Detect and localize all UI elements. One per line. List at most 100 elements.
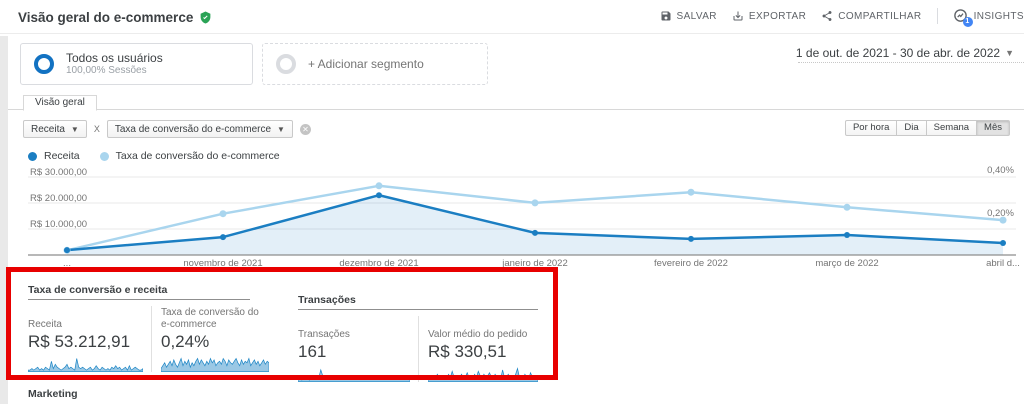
chart-legend: Receita Taxa de conversão do e-commerce — [28, 150, 280, 162]
chevron-down-icon: ▼ — [1005, 48, 1014, 58]
remove-metric-icon[interactable]: ✕ — [300, 124, 311, 135]
insights-button[interactable]: 1 INSIGHTS — [953, 8, 1024, 24]
x-axis-label: abril d... — [986, 258, 1020, 269]
y-axis-label-right: 0,40% — [987, 165, 1014, 176]
granularity-group: Por hora Dia Semana Mês — [845, 120, 1010, 136]
sparkline — [298, 366, 410, 382]
scorecard-label: Valor médio do pedido — [428, 316, 538, 341]
scorecard-value: R$ 330,51 — [428, 342, 538, 362]
date-range-text: 1 de out. de 2021 - 30 de abr. de 2022 — [796, 46, 1000, 60]
segment-donut-gray-icon — [275, 53, 297, 75]
x-axis-label: março de 2022 — [815, 258, 878, 269]
data-point[interactable] — [64, 247, 70, 253]
data-point[interactable] — [532, 230, 538, 236]
legend-dot-taxa — [100, 152, 109, 161]
export-button[interactable]: EXPORTAR — [732, 10, 806, 22]
date-range-underline — [798, 62, 1024, 63]
y-axis-label-left: R$ 20.000,00 — [30, 193, 87, 204]
data-point[interactable] — [220, 210, 227, 217]
toolbar-separator — [937, 8, 938, 24]
section-title: Taxa de conversão e receita — [28, 284, 250, 300]
granularity-semana[interactable]: Semana — [926, 120, 977, 136]
timeseries-chart[interactable]: R$ 10.000,00R$ 20.000,00R$ 30.000,000,20… — [28, 168, 1016, 268]
scorecard-value: 161 — [298, 342, 410, 362]
granularity-dia[interactable]: Dia — [896, 120, 926, 136]
data-point[interactable] — [376, 182, 383, 189]
primary-metric-label: Receita — [31, 124, 65, 135]
segment-donut-icon — [33, 53, 55, 75]
granularity-mes[interactable]: Mês — [976, 120, 1010, 136]
chevron-down-icon: ▼ — [71, 125, 79, 134]
insights-label: INSIGHTS — [974, 11, 1024, 22]
data-point[interactable] — [688, 236, 694, 242]
section-transactions: Transações Transações 161 Valor médio do… — [298, 294, 538, 382]
scorecard-valor-medio[interactable]: Valor médio do pedido R$ 330,51 — [418, 316, 538, 382]
export-label: EXPORTAR — [749, 11, 806, 22]
segment-subtitle: 100,00% Sessões — [66, 65, 163, 77]
tab-visao-geral[interactable]: Visão geral — [23, 95, 97, 111]
date-range-selector[interactable]: 1 de out. de 2021 - 30 de abr. de 2022 ▼ — [796, 46, 1014, 60]
secondary-metric-dropdown[interactable]: Taxa de conversão do e-commerce ▼ — [107, 120, 293, 138]
legend-dot-receita — [28, 152, 37, 161]
x-axis-label: novembro de 2021 — [183, 258, 262, 269]
secondary-metric-label: Taxa de conversão do e-commerce — [115, 124, 271, 135]
section-conversion-revenue: Taxa de conversão e receita Receita R$ 5… — [28, 284, 250, 372]
insights-icon: 1 — [953, 8, 969, 24]
insights-badge: 1 — [963, 17, 973, 27]
segment-title: Todos os usuários — [66, 51, 163, 65]
segment-all-users[interactable]: Todos os usuários 100,00% Sessões — [20, 43, 253, 85]
x-axis-label: fevereiro de 2022 — [654, 258, 728, 269]
granularity-por-hora[interactable]: Por hora — [845, 120, 897, 136]
primary-metric-dropdown[interactable]: Receita ▼ — [23, 120, 87, 138]
data-point[interactable] — [844, 232, 850, 238]
x-axis-label: dezembro de 2021 — [339, 258, 418, 269]
metric-picker-row: Receita ▼ X Taxa de conversão do e-comme… — [23, 120, 311, 138]
x-axis-label: ... — [63, 258, 71, 269]
data-point[interactable] — [688, 189, 695, 196]
scorecard-label: Taxa de conversão do e-commerce — [161, 306, 269, 331]
chevron-down-icon: ▼ — [277, 125, 285, 134]
scorecard-label: Transações — [298, 316, 410, 341]
section-marketing: Marketing — [28, 388, 1014, 404]
data-point[interactable] — [1000, 240, 1006, 246]
sparkline — [161, 356, 269, 372]
scorecard-transacoes[interactable]: Transações 161 — [298, 316, 410, 382]
scorecard-taxa-conversao[interactable]: Taxa de conversão do e-commerce 0,24% — [151, 306, 269, 372]
chart-canvas[interactable] — [28, 168, 1016, 268]
save-icon — [660, 10, 672, 22]
page-title-text: Visão geral do e-commerce — [18, 10, 193, 25]
add-segment-label: + Adicionar segmento — [308, 57, 424, 71]
share-button[interactable]: COMPARTILHAR — [821, 10, 921, 22]
left-page-edge — [0, 36, 8, 404]
legend-label: Taxa de conversão do e-commerce — [116, 150, 280, 162]
add-segment-button[interactable]: + Adicionar segmento — [262, 43, 488, 85]
tab-bar-line — [8, 109, 1024, 110]
metric-vs-label: X — [94, 124, 100, 134]
sparkline — [428, 366, 538, 382]
data-point[interactable] — [844, 204, 851, 211]
download-icon — [732, 10, 744, 22]
scorecard-value: 0,24% — [161, 332, 269, 352]
data-point[interactable] — [376, 192, 382, 198]
section-title: Transações — [298, 294, 538, 310]
save-button[interactable]: SALVAR — [660, 10, 717, 22]
save-label: SALVAR — [677, 11, 717, 22]
legend-item-taxa: Taxa de conversão do e-commerce — [100, 150, 280, 162]
verified-shield-icon — [199, 11, 212, 24]
toolbar: SALVAR EXPORTAR COMPARTILHAR 1 INSIGHTS — [660, 8, 1024, 24]
scorecard-value: R$ 53.212,91 — [28, 332, 143, 352]
x-axis-label: janeiro de 2022 — [502, 258, 568, 269]
legend-item-receita: Receita — [28, 150, 80, 162]
sparkline — [28, 356, 143, 372]
y-axis-label-left: R$ 30.000,00 — [30, 167, 87, 178]
y-axis-label-right: 0,20% — [987, 208, 1014, 219]
page-title: Visão geral do e-commerce — [18, 10, 212, 25]
scorecard-receita[interactable]: Receita R$ 53.212,91 — [28, 306, 143, 372]
legend-label: Receita — [44, 150, 80, 162]
ga-ecommerce-overview: Visão geral do e-commerce SALVAR EXPORTA… — [0, 0, 1024, 404]
data-point[interactable] — [532, 199, 539, 206]
data-point[interactable] — [220, 234, 226, 240]
header-divider — [0, 33, 1024, 34]
share-label: COMPARTILHAR — [838, 11, 921, 22]
scorecard-label: Receita — [28, 306, 143, 331]
